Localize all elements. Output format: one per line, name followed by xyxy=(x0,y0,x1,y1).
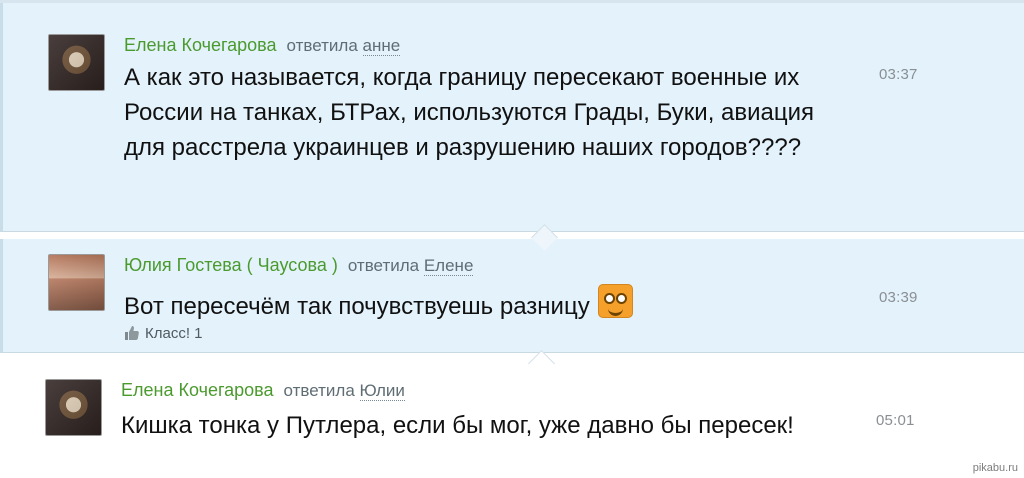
avatar-image xyxy=(49,255,104,310)
comment-meta: Юлия Гостева ( Чаусова ) ответила Елене xyxy=(124,254,474,277)
comment-text-content: Вот пересечём так почувствуешь разницу xyxy=(124,293,590,320)
comment-time: 03:39 xyxy=(879,289,918,306)
thumb-up-icon xyxy=(125,326,139,340)
comment-text: А как это называется, когда границу пере… xyxy=(124,64,815,161)
author-link[interactable]: Елена Кочегарова xyxy=(121,380,274,400)
reply-target-link[interactable]: анне xyxy=(362,36,401,56)
comment-text: Вот пересечём так почувствуешь разницу xyxy=(124,284,854,324)
comment-text: Кишка тонка у Путлера, если бы мог, уже … xyxy=(121,412,794,439)
comment-meta: Елена Кочегарова ответила анне xyxy=(124,34,401,57)
avatar[interactable] xyxy=(48,34,105,91)
like-count-label: Класс! 1 xyxy=(145,324,203,342)
avatar[interactable] xyxy=(48,254,105,311)
reply-prefix: ответила xyxy=(283,381,355,400)
avatar-image xyxy=(49,35,104,90)
comment-item: Елена Кочегарова ответила анне А как это … xyxy=(0,3,1024,232)
comment-item: Елена Кочегарова ответила Юлии Кишка тонк… xyxy=(0,350,1024,478)
avatar-image xyxy=(46,380,101,435)
reply-context: ответила анне xyxy=(286,36,401,56)
reply-target-link[interactable]: Юлии xyxy=(359,381,405,401)
author-link[interactable]: Юлия Гостева ( Чаусова ) xyxy=(124,255,338,275)
comment-thread: Елена Кочегарова ответила анне А как это … xyxy=(0,3,1024,478)
comment-time: 05:01 xyxy=(876,412,915,429)
reply-target-link[interactable]: Елене xyxy=(423,256,474,276)
reply-context: ответила Елене xyxy=(347,256,474,276)
comment-time: 03:37 xyxy=(879,66,918,83)
reply-prefix: ответила xyxy=(286,36,358,55)
reply-prefix: ответила xyxy=(347,256,420,275)
comment-meta: Елена Кочегарова ответила Юлии xyxy=(121,379,405,402)
emoji-left-eye xyxy=(604,293,616,304)
avatar[interactable] xyxy=(45,379,102,436)
comment-item: Юлия Гостева ( Чаусова ) ответила Елене В… xyxy=(0,224,1024,353)
emoji-right-eye xyxy=(616,293,628,304)
watermark: pikabu.ru xyxy=(972,462,1018,474)
author-link[interactable]: Елена Кочегарова xyxy=(124,35,277,55)
thread-notch xyxy=(528,350,555,377)
smile-emoji-icon xyxy=(598,284,634,318)
emoji-mouth xyxy=(608,308,624,316)
reply-context: ответила Юлии xyxy=(283,381,405,401)
like-button[interactable]: Класс! 1 xyxy=(124,323,203,343)
